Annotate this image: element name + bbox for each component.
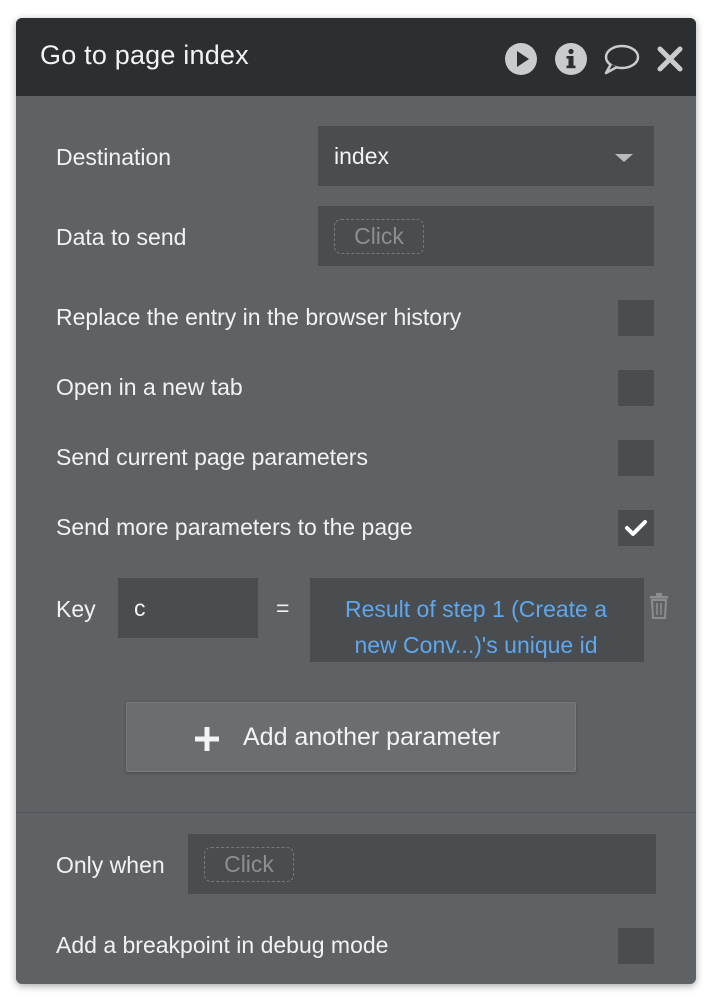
data-to-send-label: Data to send	[56, 224, 187, 250]
open-new-tab-label: Open in a new tab	[56, 374, 243, 400]
only-when-field[interactable]: Click	[188, 834, 656, 894]
panel-header: Go to page index	[16, 18, 696, 96]
open-new-tab-checkbox[interactable]	[618, 370, 654, 406]
breakpoint-label: Add a breakpoint in debug mode	[56, 932, 389, 958]
comment-icon[interactable]	[602, 42, 640, 76]
click-placeholder[interactable]: Click	[204, 847, 294, 882]
trash-icon[interactable]	[647, 592, 671, 620]
checkmark-icon	[625, 520, 647, 536]
data-to-send-field[interactable]: Click	[318, 206, 654, 266]
chevron-down-icon	[615, 154, 633, 162]
breakpoint-checkbox[interactable]	[618, 928, 654, 964]
close-icon[interactable]	[656, 42, 684, 76]
destination-label: Destination	[56, 144, 172, 170]
equals-sign: =	[276, 595, 290, 621]
send-more-params-label: Send more parameters to the page	[56, 514, 413, 540]
info-icon[interactable]	[554, 42, 588, 76]
key-input[interactable]: c	[118, 578, 258, 638]
send-current-params-checkbox[interactable]	[618, 440, 654, 476]
add-parameter-label: Add another parameter	[243, 723, 501, 751]
destination-dropdown[interactable]: index	[318, 126, 654, 186]
only-when-label: Only when	[56, 852, 165, 878]
parameter-value-field[interactable]: Result of step 1 (Create a new Conv...)'…	[310, 578, 644, 662]
action-panel: Go to page index Destination index Data …	[16, 18, 696, 984]
plus-icon	[195, 727, 219, 751]
add-parameter-button[interactable]: Add another parameter	[126, 702, 576, 772]
replace-history-checkbox[interactable]	[618, 300, 654, 336]
divider	[16, 812, 696, 813]
play-icon[interactable]	[504, 42, 538, 76]
key-value: c	[134, 595, 146, 621]
send-more-params-checkbox[interactable]	[618, 510, 654, 546]
key-label: Key	[56, 596, 96, 622]
send-current-params-label: Send current page parameters	[56, 444, 368, 470]
replace-history-label: Replace the entry in the browser history	[56, 304, 462, 330]
panel-title: Go to page index	[40, 40, 249, 70]
destination-value: index	[334, 143, 389, 169]
dynamic-expression[interactable]: Result of step 1 (Create a new Conv...)'…	[326, 591, 626, 663]
click-placeholder[interactable]: Click	[334, 219, 424, 254]
